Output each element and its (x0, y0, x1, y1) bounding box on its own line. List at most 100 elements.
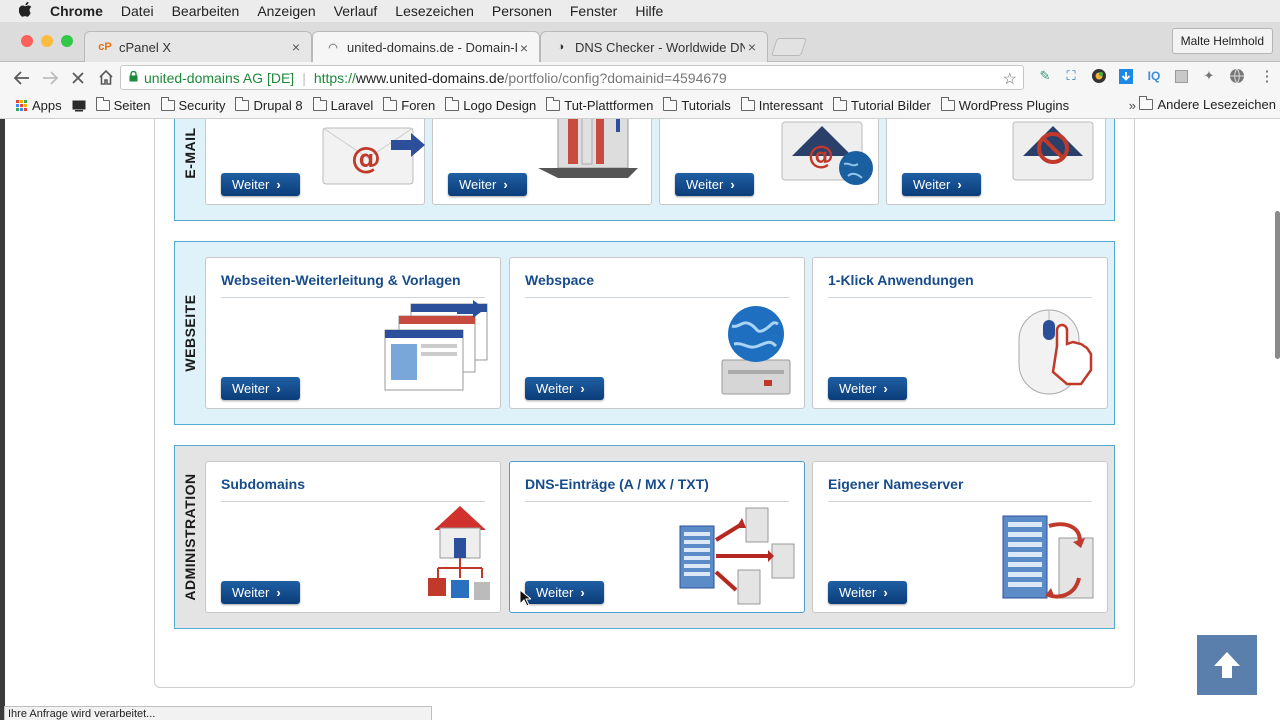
button-label: Weiter (839, 381, 877, 396)
bookmark-folder-logo-design[interactable]: Logo Design (445, 97, 537, 113)
folder-icon (312, 97, 327, 111)
menu-personen[interactable]: Personen (492, 3, 552, 19)
folder-icon (940, 97, 955, 111)
bookmark-folder-drupal[interactable]: Drupal 8 (235, 97, 303, 113)
scroll-to-top-button[interactable] (1197, 635, 1257, 695)
weiter-button[interactable]: Weiter › (525, 581, 604, 604)
chevron-right-icon: › (580, 585, 585, 600)
nameserver-sync-icon (1002, 515, 1094, 599)
extension-globe-icon[interactable] (1228, 67, 1246, 85)
back-icon[interactable] (8, 64, 36, 92)
bookmark-label: Security (178, 98, 226, 113)
weiter-button[interactable]: Weiter › (525, 377, 604, 400)
weiter-button[interactable]: Weiter › (828, 377, 907, 400)
menu-verlauf[interactable]: Verlauf (334, 3, 378, 19)
address-bar[interactable]: united-domains AG [DE] | https:// www.un… (120, 65, 1024, 90)
menu-anzeigen[interactable]: Anzeigen (257, 3, 315, 19)
apple-icon[interactable] (0, 1, 50, 21)
extension-download-icon[interactable] (1117, 67, 1135, 85)
weiter-button[interactable]: Weiter › (448, 173, 527, 196)
tab-title: DNS Checker - Worldwide DNS (575, 39, 745, 55)
profile-button[interactable]: Malte Helmhold (1171, 28, 1273, 54)
section-label: ADMINISTRATION (175, 446, 205, 628)
bookmark-label: Laravel (330, 98, 374, 113)
extension-box-icon[interactable] (1172, 67, 1190, 85)
bookmark-folder-wordpress-plugins[interactable]: WordPress Plugins (940, 97, 1070, 113)
bookmark-star-icon[interactable]: ☆ (1003, 69, 1017, 89)
menu-hilfe[interactable]: Hilfe (635, 3, 663, 19)
close-window-button[interactable] (21, 35, 33, 47)
tab-dns-checker[interactable]: ◑ DNS Checker - Worldwide DNS × (540, 31, 768, 62)
mailbox-icon (538, 119, 638, 178)
chevron-right-icon: › (957, 177, 962, 192)
new-tab-button[interactable] (771, 38, 807, 56)
extension-pen-icon[interactable]: ✎ (1036, 67, 1054, 85)
folder-icon (546, 97, 561, 111)
bookmark-folder-tutorial-bilder[interactable]: Tutorial Bilder (833, 97, 931, 113)
folder-icon (160, 97, 175, 111)
weiter-button[interactable]: Weiter › (221, 173, 300, 196)
webspace-globe-icon (721, 306, 791, 395)
bookmark-label: WordPress Plugins (958, 98, 1070, 113)
tab-title: united-domains.de - Domain-P (347, 40, 517, 55)
bookmark-folder-other[interactable]: Andere Lesezeichen (1139, 96, 1276, 112)
extension-screenshot-icon[interactable]: ⛶ (1062, 67, 1080, 85)
section-label-text: WEBSEITE (182, 294, 198, 372)
scrollbar-thumb[interactable] (1275, 211, 1280, 359)
chevron-right-icon: › (730, 177, 735, 192)
bookmark-label: Logo Design (463, 98, 537, 113)
bookmark-folder-laravel[interactable]: Laravel (312, 97, 374, 113)
button-label: Weiter (536, 381, 574, 396)
bookmark-folder-security[interactable]: Security (160, 97, 226, 113)
email-card-mailbox: Weiter › (432, 119, 652, 205)
bookmark-folder-interessant[interactable]: Interessant (740, 97, 823, 113)
section-webseite: WEBSEITE Webseiten-Weiterleitung & Vorla… (174, 241, 1115, 425)
zoom-window-button[interactable] (61, 35, 73, 47)
button-label: Weiter (686, 177, 724, 192)
extension-color-icon[interactable] (1090, 67, 1108, 85)
tab-united-domains[interactable]: ◠ united-domains.de - Domain-P × (312, 31, 540, 63)
bookmark-folder-seiten[interactable]: Seiten (95, 97, 151, 113)
weiter-button[interactable]: Weiter › (902, 173, 981, 196)
loading-spinner-icon: ◠ (328, 42, 338, 54)
weiter-button[interactable]: Weiter › (221, 581, 300, 604)
menu-datei[interactable]: Datei (121, 3, 154, 19)
chevron-right-icon: › (580, 381, 585, 396)
menu-fenster[interactable]: Fenster (570, 3, 617, 19)
card-divider (525, 297, 789, 298)
minimize-window-button[interactable] (41, 35, 53, 47)
lock-icon (129, 70, 138, 85)
menu-more-icon[interactable]: ⋮ (1258, 67, 1276, 85)
tab-close-icon[interactable]: × (745, 39, 759, 55)
home-icon[interactable] (92, 64, 120, 92)
bookmark-folder-foren[interactable]: Foren (383, 97, 436, 113)
weiter-button[interactable]: Weiter › (828, 581, 907, 604)
menu-chrome[interactable]: Chrome (50, 3, 103, 19)
chevron-right-icon: › (276, 177, 281, 192)
weiter-button[interactable]: Weiter › (675, 173, 754, 196)
menu-lesezeichen[interactable]: Lesezeichen (395, 3, 474, 19)
bookmarks-overflow-icon[interactable]: » (1129, 98, 1136, 113)
bookmark-apps[interactable]: Apps (16, 98, 62, 113)
card-weiterleitung: Webseiten-Weiterleitung & Vorlagen Weite… (205, 257, 501, 409)
bookmark-folder-tut-plattformen[interactable]: Tut-Plattformen (546, 97, 653, 113)
weiter-button[interactable]: Weiter › (221, 377, 300, 400)
browser-toolbar: united-domains AG [DE] | https:// www.un… (0, 62, 1280, 93)
stop-icon[interactable] (64, 64, 92, 92)
svg-text:@: @ (351, 141, 381, 176)
bookmark-folder-tutorials[interactable]: Tutorials (663, 97, 731, 113)
extension-puzzle-icon[interactable]: ✦ (1200, 67, 1218, 85)
card-dns-eintraege: DNS-Einträge (A / MX / TXT) Weiter › (509, 461, 805, 613)
url-scheme: https:// (313, 69, 356, 86)
bookmark-reader-icon[interactable] (72, 100, 86, 112)
tab-close-icon[interactable]: × (289, 39, 303, 55)
forward-icon[interactable] (36, 64, 64, 92)
url-path: /portfolio/config?domainid=4594679 (504, 69, 727, 86)
tab-close-icon[interactable]: × (517, 40, 531, 56)
chevron-right-icon: › (503, 177, 508, 192)
card-title: Webseiten-Weiterleitung & Vorlagen (221, 272, 461, 288)
bookmark-label: Foren (401, 98, 436, 113)
menu-bearbeiten[interactable]: Bearbeiten (172, 3, 240, 19)
tab-cpanel[interactable]: cP cPanel X × (84, 31, 312, 62)
extension-iq-icon[interactable]: IQ (1145, 67, 1163, 85)
